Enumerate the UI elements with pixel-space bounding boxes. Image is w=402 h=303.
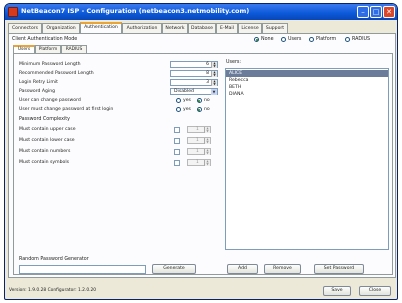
- subtab-users[interactable]: Users: [13, 45, 35, 53]
- tab-database[interactable]: Database: [188, 23, 216, 33]
- subtab-radius[interactable]: RADIUS: [61, 45, 87, 53]
- remove-user-button[interactable]: Remove: [264, 264, 301, 274]
- title-bar[interactable]: NetBeacon7 ISP - Configuration (netbeaco…: [5, 4, 397, 20]
- user-list[interactable]: ALICE Rebecca BETH DIANA: [225, 68, 389, 250]
- must-change-label: User must change password at first login: [19, 107, 114, 112]
- login-retry-spinner[interactable]: 3 ▲ ▼: [170, 79, 218, 86]
- upper-case-spinner[interactable]: 1 ▲ ▼: [187, 126, 211, 133]
- numbers-checkbox[interactable]: [174, 149, 180, 155]
- auth-mode-none-radio[interactable]: None: [254, 37, 274, 42]
- spin-arrows-icon[interactable]: ▲ ▼: [204, 138, 210, 144]
- lower-case-label: Must contain lower case: [19, 138, 75, 143]
- upper-case-label: Must contain upper case: [19, 127, 76, 132]
- tab-authentication[interactable]: Authentication: [80, 22, 122, 33]
- radio-unselected-icon: [345, 37, 350, 42]
- maximize-icon[interactable]: □: [370, 6, 382, 18]
- add-user-button[interactable]: Add: [227, 264, 258, 274]
- list-item[interactable]: DIANA: [226, 91, 388, 98]
- spin-arrows-icon[interactable]: ▲ ▼: [204, 160, 210, 166]
- radio-unselected-icon: [281, 37, 286, 42]
- tab-organization[interactable]: Organization: [42, 23, 80, 33]
- spin-arrows-icon[interactable]: ▲ ▼: [204, 127, 210, 133]
- tab-license[interactable]: License: [238, 23, 262, 33]
- spin-arrows-icon[interactable]: ▲ ▼: [211, 62, 217, 68]
- minimize-icon[interactable]: –: [357, 6, 369, 18]
- list-item[interactable]: ALICE: [226, 70, 388, 77]
- tab-network[interactable]: Network: [162, 23, 188, 33]
- version-status: Version: 1.9.0.28 Configurator: 1.2.0.20: [9, 288, 97, 293]
- auth-mode-label: Client Authentication Mode: [12, 37, 78, 42]
- tab-connectors[interactable]: Connectors: [8, 23, 42, 33]
- generator-label: Random Password Generator: [19, 257, 89, 262]
- complexity-title: Password Complexity: [19, 117, 71, 122]
- generated-password-field[interactable]: [19, 265, 146, 274]
- authentication-panel: Client Authentication Mode None Users Pl…: [8, 33, 396, 278]
- user-can-change-radios: yes no: [176, 98, 210, 103]
- app-icon: [8, 7, 18, 17]
- radio-unselected-icon[interactable]: [176, 98, 181, 103]
- auth-mode-users-radio[interactable]: Users: [281, 37, 301, 42]
- spin-arrows-icon[interactable]: ▲ ▼: [204, 149, 210, 155]
- auth-subtabs: Users Platform RADIUS: [13, 45, 393, 53]
- users-subpanel: Minimum Password Length 6 ▲ ▼ Recommended…: [13, 53, 393, 275]
- chevron-down-icon[interactable]: ▼: [211, 89, 217, 95]
- window-title: NetBeacon7 ISP - Configuration (netbeaco…: [21, 7, 250, 15]
- numbers-spinner[interactable]: 1 ▲ ▼: [187, 148, 211, 155]
- rec-length-spinner[interactable]: 8 ▲ ▼: [170, 70, 218, 77]
- spin-arrows-icon[interactable]: ▲ ▼: [211, 80, 217, 86]
- upper-case-checkbox[interactable]: [174, 127, 180, 133]
- set-password-button[interactable]: Set Password: [314, 264, 364, 274]
- rec-length-label: Recommended Password Length: [19, 71, 94, 76]
- save-button[interactable]: Save: [323, 286, 351, 296]
- symbols-label: Must contain symbols: [19, 160, 70, 165]
- login-retry-label: Login Retry Limit: [19, 80, 58, 85]
- close-icon[interactable]: ✕: [383, 6, 395, 18]
- subtab-platform[interactable]: Platform: [35, 45, 61, 53]
- lower-case-checkbox[interactable]: [174, 138, 180, 144]
- lower-case-spinner[interactable]: 1 ▲ ▼: [187, 137, 211, 144]
- min-length-label: Minimum Password Length: [19, 62, 81, 67]
- spin-arrows-icon[interactable]: ▲ ▼: [211, 71, 217, 77]
- generate-button[interactable]: Generate: [152, 264, 196, 274]
- list-item[interactable]: Rebecca: [226, 77, 388, 84]
- main-tabs: Connectors Organization Authentication A…: [8, 22, 396, 33]
- password-aging-select[interactable]: Disabled ▼: [170, 88, 218, 95]
- numbers-label: Must contain numbers: [19, 149, 71, 154]
- close-button[interactable]: Close: [359, 286, 391, 296]
- symbols-spinner[interactable]: 1 ▲ ▼: [187, 159, 211, 166]
- auth-mode-platform-radio[interactable]: Platform: [309, 37, 336, 42]
- list-item[interactable]: BETH: [226, 84, 388, 91]
- radio-unselected-icon[interactable]: [176, 107, 181, 112]
- radio-unselected-icon: [309, 37, 314, 42]
- radio-selected-icon[interactable]: [196, 107, 202, 112]
- user-can-change-label: User can change password: [19, 98, 81, 103]
- min-length-spinner[interactable]: 6 ▲ ▼: [170, 61, 218, 68]
- must-change-radios: yes no: [176, 107, 210, 112]
- tab-authorization[interactable]: Authorization: [122, 23, 162, 33]
- radio-selected-icon: [254, 37, 259, 42]
- tab-support[interactable]: Support: [262, 23, 288, 33]
- symbols-checkbox[interactable]: [174, 160, 180, 166]
- password-aging-label: Password Aging: [19, 89, 56, 94]
- config-window: NetBeacon7 ISP - Configuration (netbeaco…: [4, 3, 398, 300]
- radio-selected-icon[interactable]: [196, 98, 202, 103]
- tab-email[interactable]: E-Mail: [216, 23, 238, 33]
- users-label: Users:: [226, 60, 242, 65]
- auth-mode-radius-radio[interactable]: RADIUS: [345, 37, 370, 42]
